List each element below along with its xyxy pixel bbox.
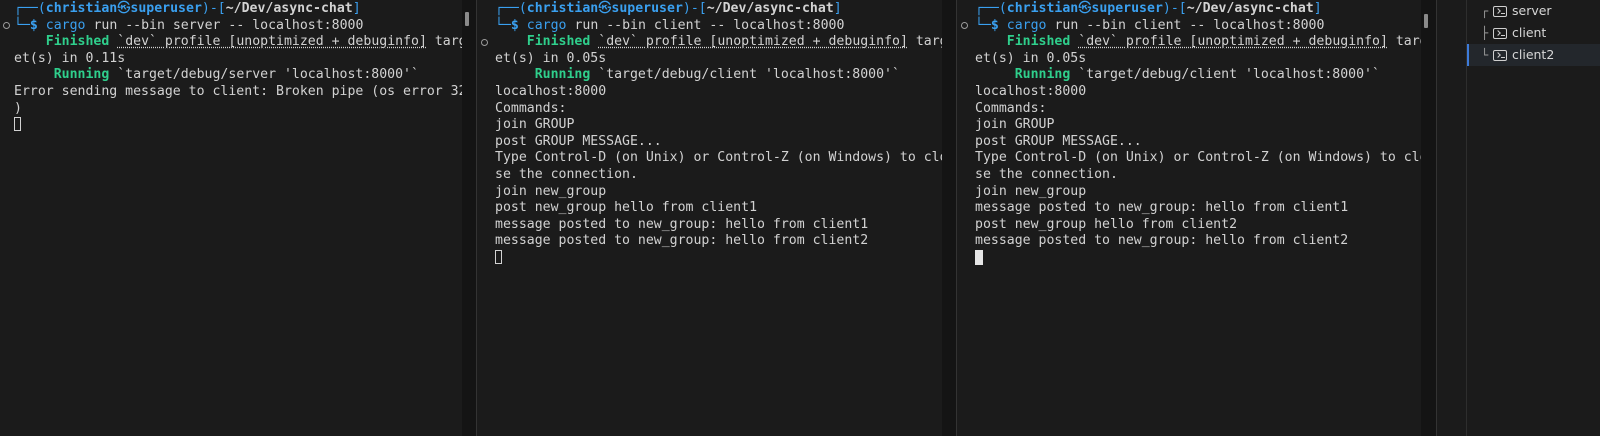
finished-line: Finished `dev` profile [unoptimized + de… (45, 34, 462, 50)
output-line: join new_group (975, 183, 1087, 199)
output-line: post new_group hello from client1 (495, 200, 758, 216)
prompt-line-top: ┌──(christian㉿superuser)-[~/Dev/async-ch… (495, 1, 842, 16)
output-line: se the connection. (495, 166, 638, 182)
terminal-pane-client[interactable]: ┌──(christian㉿superuser)-[~/Dev/async-ch… (477, 0, 942, 436)
output-line: Commands: (975, 100, 1047, 116)
output-line: ) (14, 100, 22, 116)
cursor-line (495, 249, 942, 267)
sidebar-gap (1437, 0, 1466, 436)
sidebar-item-client[interactable]: ├ client (1467, 22, 1600, 44)
output-line: message posted to new_group: hello from … (975, 200, 1349, 216)
running-line: Running `target/debug/server 'localhost:… (53, 67, 419, 83)
output-line: message posted to new_group: hello from … (495, 233, 869, 249)
sidebar-item-client2[interactable]: └ client2 (1467, 44, 1600, 66)
output-line: localhost:8000 (975, 83, 1087, 99)
scrollbar-client2[interactable] (1421, 0, 1436, 436)
finished-line: Finished `dev` profile [unoptimized + de… (1006, 34, 1421, 50)
cursor (14, 117, 21, 132)
prompt-line-command: └─$ cargo run --bin client -- localhost:… (495, 17, 845, 33)
tree-connector: ├ (1481, 26, 1489, 40)
cursor (495, 249, 502, 264)
output-line: se the connection. (975, 166, 1118, 182)
tree-connector: ┌ (1481, 4, 1489, 18)
prompt-status-ring-icon (961, 22, 968, 29)
terminal-pane-client2[interactable]: ┌──(christian㉿superuser)-[~/Dev/async-ch… (957, 0, 1421, 436)
scrollbar-thumb[interactable] (1424, 14, 1428, 28)
cursor (975, 249, 983, 265)
running-line: Running `target/debug/client 'localhost:… (1014, 67, 1380, 83)
output-line: message posted to new_group: hello from … (495, 216, 869, 232)
terminal-window: ┌──(christian㉿superuser)-[~/Dev/async-ch… (0, 0, 1600, 436)
output-line: join new_group (495, 183, 607, 199)
output-line: post new_group hello from client2 (975, 216, 1238, 232)
terminal-icon (1493, 49, 1507, 61)
prompt-line-command: └─$ cargo run --bin server -- localhost:… (14, 17, 364, 33)
output-line: message posted to new_group: hello from … (975, 233, 1349, 249)
cursor-line (14, 117, 462, 134)
sidebar-item-label: client2 (1512, 47, 1555, 62)
output-line: join GROUP (495, 117, 575, 133)
output-line: Type Control-D (on Unix) or Control-Z (o… (495, 150, 942, 166)
cursor-line (975, 249, 1421, 267)
finished-line-wrap: et(s) in 0.05s (495, 50, 607, 66)
terminal-list-sidebar: ┌ server ├ client └ client2 (1466, 0, 1600, 436)
output-line: post GROUP MESSAGE... (495, 133, 662, 149)
terminal-pane-server[interactable]: ┌──(christian㉿superuser)-[~/Dev/async-ch… (0, 0, 462, 436)
prompt-line-top: ┌──(christian㉿superuser)-[~/Dev/async-ch… (14, 1, 361, 16)
tree-connector: └ (1481, 48, 1489, 62)
scrollbar-server[interactable] (462, 0, 476, 436)
sidebar-item-server[interactable]: ┌ server (1467, 0, 1600, 22)
finished-line: Finished `dev` profile [unoptimized + de… (526, 34, 942, 50)
output-line: join GROUP (975, 117, 1055, 133)
terminal-icon (1493, 27, 1507, 39)
output-line: Commands: (495, 100, 567, 116)
scrollbar-client[interactable] (942, 0, 956, 436)
prompt-line-command: └─$ cargo run --bin client -- localhost:… (975, 17, 1325, 33)
prompt-status-ring-icon (481, 39, 488, 46)
prompt-status-ring-icon (3, 22, 10, 29)
finished-line-wrap: et(s) in 0.11s (14, 50, 126, 66)
sidebar-item-label: server (1512, 3, 1552, 18)
terminal-icon (1493, 5, 1507, 17)
output-line: Error sending message to client: Broken … (14, 83, 462, 99)
prompt-line-top: ┌──(christian㉿superuser)-[~/Dev/async-ch… (975, 1, 1322, 16)
output-line: localhost:8000 (495, 83, 607, 99)
sidebar-item-label: client (1512, 25, 1547, 40)
scrollbar-thumb[interactable] (465, 12, 469, 26)
finished-line-wrap: et(s) in 0.05s (975, 50, 1087, 66)
running-line: Running `target/debug/client 'localhost:… (534, 67, 900, 83)
output-line: post GROUP MESSAGE... (975, 133, 1142, 149)
output-line: Type Control-D (on Unix) or Control-Z (o… (975, 150, 1421, 166)
